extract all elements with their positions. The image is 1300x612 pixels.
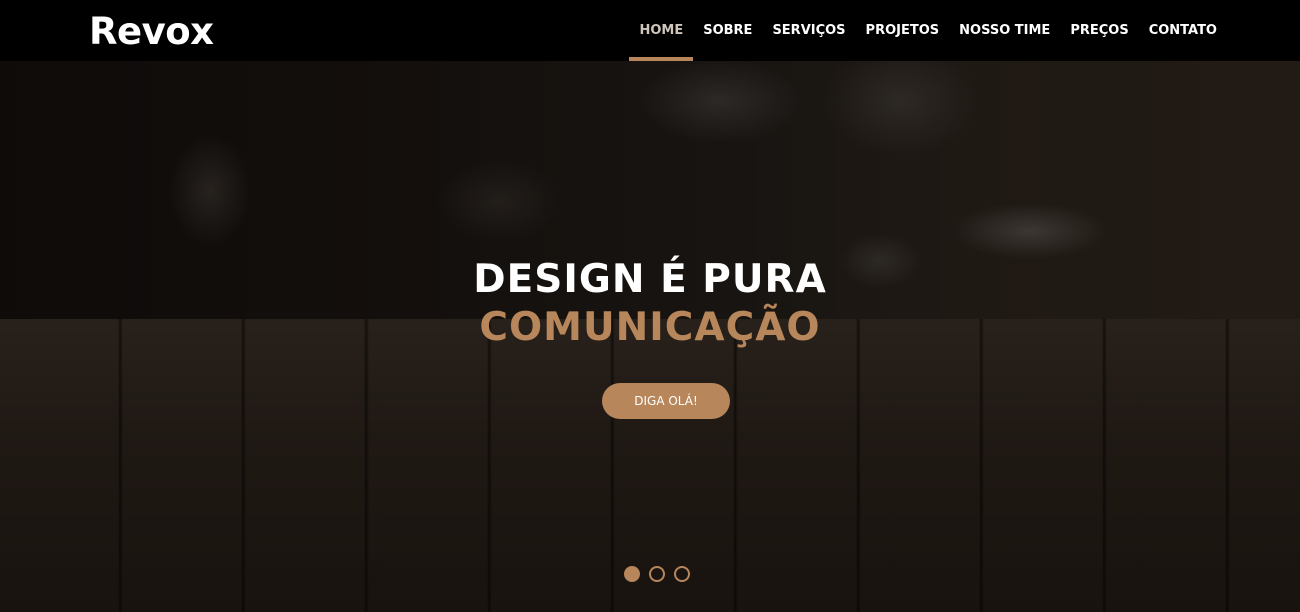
nav-menu: HOME SOBRE SERVIÇOS PROJETOS NOSSO TIME … [629,0,1227,61]
nav-item-servicos[interactable]: SERVIÇOS [762,0,855,61]
nav-item-contato[interactable]: CONTATO [1139,0,1227,61]
nav-item-precos[interactable]: PREÇOS [1060,0,1138,61]
nav-item-home[interactable]: HOME [629,0,693,61]
navbar: Revox HOME SOBRE SERVIÇOS PROJETOS NOSSO… [0,0,1300,61]
hero-title-line-2: COMUNICAÇÃO [479,305,821,350]
slider-dot-3[interactable] [674,566,690,582]
slider-dot-1[interactable] [624,566,640,582]
say-hello-button[interactable]: DIGA OLÁ! [602,383,730,419]
brand-logo[interactable]: Revox [89,10,214,53]
nav-item-nosso-time[interactable]: NOSSO TIME [949,0,1060,61]
hero-slider: DESIGN É PURA COMUNICAÇÃO DIGA OLÁ! [0,61,1300,612]
slider-pagination [624,566,690,582]
nav-item-sobre[interactable]: SOBRE [693,0,762,61]
nav-item-projetos[interactable]: PROJETOS [856,0,950,61]
hero-title-line-1: DESIGN É PURA [473,257,827,302]
slider-dot-2[interactable] [649,566,665,582]
